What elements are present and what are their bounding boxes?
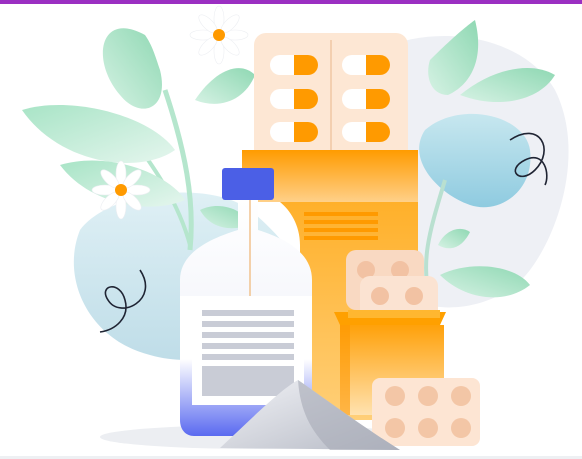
round-blister-pack xyxy=(372,378,480,446)
pharmacy-illustration xyxy=(22,5,569,450)
blister-pack-icon xyxy=(254,33,408,163)
hero-illustration-frame xyxy=(0,0,582,459)
daisy-flower-icon xyxy=(189,5,249,65)
